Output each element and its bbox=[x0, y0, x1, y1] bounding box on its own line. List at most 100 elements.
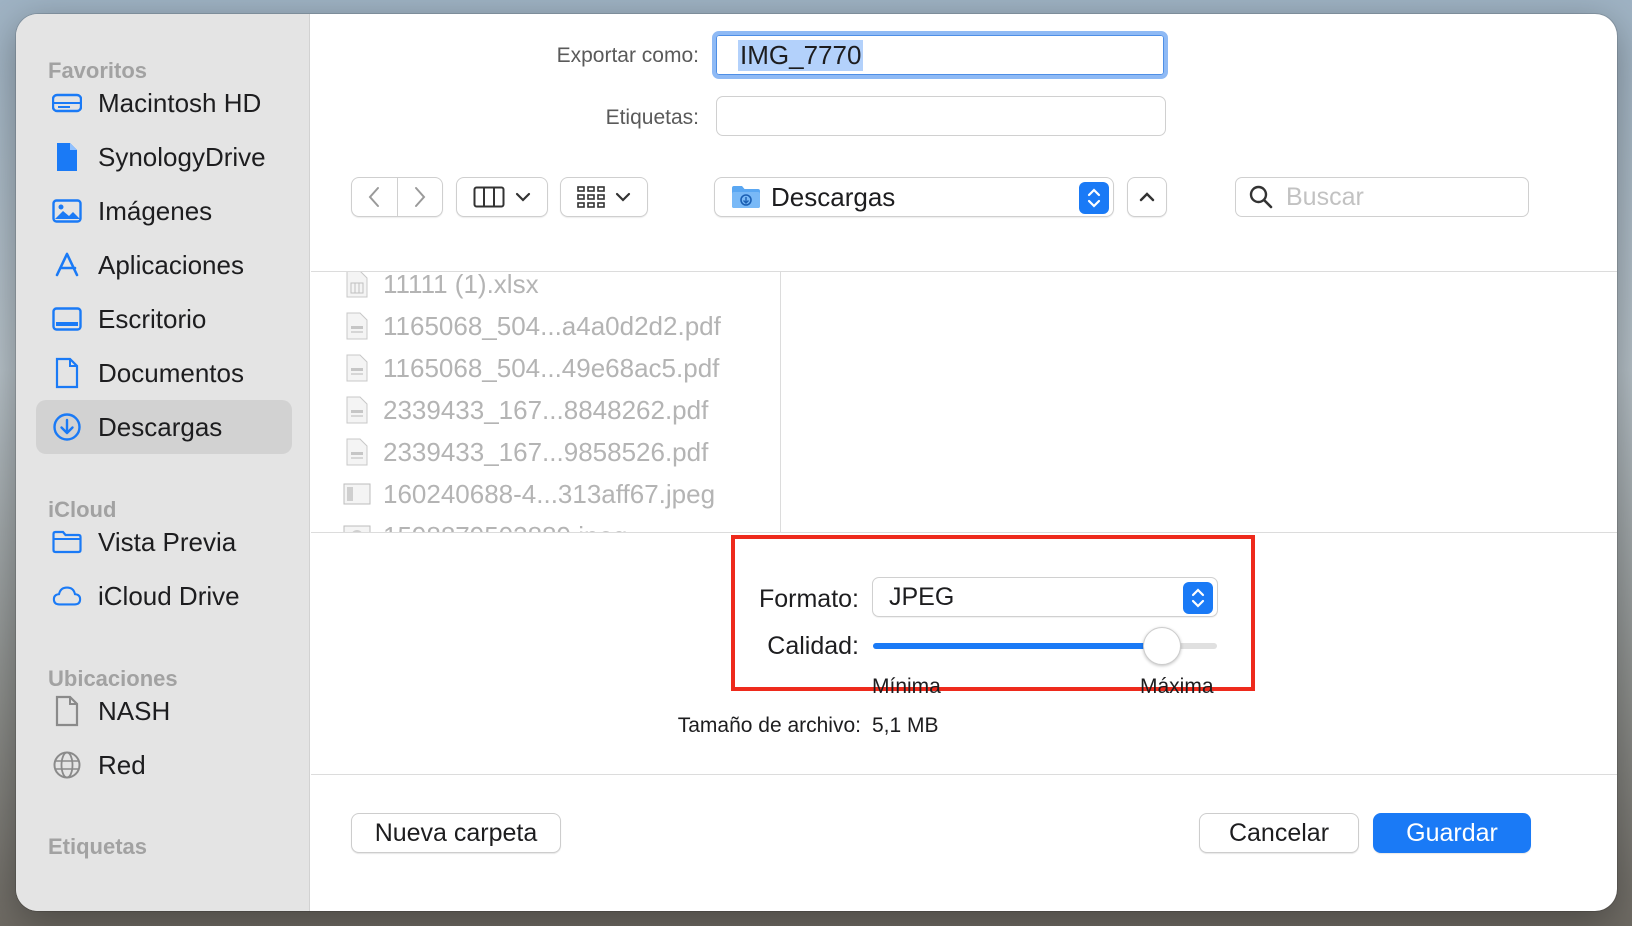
sidebar-item-documentos[interactable]: Documentos bbox=[36, 346, 292, 400]
format-popup[interactable]: JPEG bbox=[872, 577, 1218, 617]
file-name: 1165068_504...49e68ac5.pdf bbox=[383, 352, 720, 383]
tags-label: Etiquetas: bbox=[605, 106, 699, 129]
document-icon bbox=[52, 142, 82, 172]
file-name: 1165068_504...a4a0d2d2.pdf bbox=[383, 310, 721, 341]
spreadsheet-icon bbox=[343, 272, 371, 299]
pdf-icon bbox=[343, 353, 371, 383]
sidebar-item-escritorio[interactable]: Escritorio bbox=[36, 292, 292, 346]
sidebar-item-label: SynologyDrive bbox=[98, 141, 266, 172]
chevron-up-icon bbox=[1139, 192, 1155, 202]
file-name: 160240688-4...313aff67.jpeg bbox=[383, 478, 716, 509]
chevron-right-icon bbox=[414, 187, 426, 207]
file-name: 2339433_167...8848262.pdf bbox=[383, 394, 709, 425]
pdf-icon bbox=[343, 437, 371, 467]
quality-label: Calidad: bbox=[767, 632, 859, 660]
group-by-button[interactable] bbox=[560, 177, 648, 217]
sidebar-item-imagenes[interactable]: Imágenes bbox=[36, 184, 292, 238]
search-icon bbox=[1249, 185, 1273, 209]
location-popup[interactable]: Descargas bbox=[714, 177, 1114, 217]
view-mode-button[interactable] bbox=[456, 177, 548, 217]
sidebar-item-macintosh-hd[interactable]: Macintosh HD bbox=[36, 76, 292, 130]
footer-divider bbox=[311, 774, 1617, 775]
export-as-value: IMG_7770 bbox=[738, 39, 864, 71]
file-name: 2339433_167...9858526.pdf bbox=[383, 436, 709, 467]
search-field[interactable]: Buscar bbox=[1235, 177, 1529, 217]
apps-icon bbox=[52, 250, 82, 280]
up-down-arrows-icon bbox=[1087, 188, 1101, 208]
save-button[interactable]: Guardar bbox=[1373, 813, 1531, 853]
document-outline-icon bbox=[52, 695, 82, 727]
sidebar-item-descargas[interactable]: Descargas bbox=[36, 400, 292, 454]
document-outline-icon bbox=[52, 357, 82, 389]
sidebar-item-aplicaciones[interactable]: Aplicaciones bbox=[36, 238, 292, 292]
columns-view-icon bbox=[473, 186, 505, 208]
cloud-icon bbox=[52, 581, 82, 611]
sidebar-item-synologydrive[interactable]: SynologyDrive bbox=[36, 130, 292, 184]
location-stepper bbox=[1079, 182, 1109, 214]
sidebar: Favoritos Macintosh HD SynologyDrive Imá… bbox=[16, 14, 310, 911]
new-folder-button[interactable]: Nueva carpeta bbox=[351, 813, 561, 853]
browser-bottom-divider bbox=[311, 532, 1617, 533]
chevron-left-icon bbox=[368, 187, 380, 207]
save-dialog: Favoritos Macintosh HD SynologyDrive Imá… bbox=[16, 14, 1617, 911]
export-as-label: Exportar como: bbox=[556, 44, 699, 67]
hard-drive-icon bbox=[52, 88, 82, 118]
file-row[interactable]: 1165068_504...a4a0d2d2.pdf bbox=[343, 306, 721, 346]
image-file-icon bbox=[343, 521, 371, 532]
file-row[interactable]: 2339433_167...9858526.pdf bbox=[343, 432, 708, 472]
file-name: 11111 (1).xlsx bbox=[383, 272, 539, 299]
image-file-icon bbox=[343, 479, 371, 509]
file-name: 1598879503889.jpeg bbox=[383, 521, 627, 533]
format-value: JPEG bbox=[889, 582, 955, 611]
file-size-value: 5,1 MB bbox=[872, 714, 939, 737]
sidebar-item-label: Red bbox=[98, 749, 146, 780]
file-row[interactable]: 11111 (1).xlsx bbox=[343, 272, 539, 304]
file-row[interactable]: 2339433_167...8848262.pdf bbox=[343, 390, 708, 430]
sidebar-item-label: NASH bbox=[98, 695, 171, 726]
download-icon bbox=[52, 412, 82, 442]
back-button[interactable] bbox=[352, 178, 397, 216]
quality-max-label: Máxima bbox=[1140, 675, 1214, 698]
slider-fill bbox=[873, 643, 1162, 649]
sidebar-item-vista-previa[interactable]: Vista Previa bbox=[36, 515, 292, 569]
format-stepper bbox=[1183, 582, 1213, 614]
sidebar-item-label: Vista Previa bbox=[98, 526, 237, 557]
chevron-down-icon bbox=[515, 192, 531, 202]
pdf-icon bbox=[343, 395, 371, 425]
quality-min-label: Mínima bbox=[872, 675, 941, 698]
location-label: Descargas bbox=[771, 181, 896, 212]
file-row[interactable]: 1165068_504...49e68ac5.pdf bbox=[343, 348, 719, 388]
sidebar-item-label: iCloud Drive bbox=[98, 580, 240, 611]
sidebar-item-label: Documentos bbox=[98, 357, 244, 388]
sidebar-item-label: Aplicaciones bbox=[98, 249, 244, 280]
chevron-down-icon bbox=[615, 192, 631, 202]
sidebar-item-red[interactable]: Red bbox=[36, 738, 292, 792]
file-row[interactable]: 160240688-4...313aff67.jpeg bbox=[343, 474, 715, 514]
sidebar-heading-etiquetas: Etiquetas bbox=[48, 834, 148, 859]
quality-slider[interactable] bbox=[873, 626, 1217, 666]
sidebar-item-nash[interactable]: NASH bbox=[36, 684, 292, 738]
grid-icon bbox=[577, 186, 605, 208]
globe-icon bbox=[52, 750, 82, 780]
search-placeholder: Buscar bbox=[1286, 182, 1364, 211]
pdf-icon bbox=[343, 311, 371, 341]
back-forward-group bbox=[351, 177, 443, 217]
slider-knob[interactable] bbox=[1142, 627, 1181, 665]
tags-field[interactable] bbox=[716, 96, 1166, 136]
collapse-button[interactable] bbox=[1127, 177, 1167, 217]
sidebar-item-icloud-drive[interactable]: iCloud Drive bbox=[36, 569, 292, 623]
sidebar-item-label: Imágenes bbox=[98, 195, 213, 226]
file-browser-column: 11111 (1).xlsx 1165068_504...a4a0d2d2.pd… bbox=[313, 272, 781, 532]
cancel-button[interactable]: Cancelar bbox=[1199, 813, 1359, 853]
sidebar-item-label: Escritorio bbox=[98, 303, 207, 334]
sidebar-item-label: Descargas bbox=[98, 411, 223, 442]
forward-button[interactable] bbox=[398, 178, 443, 216]
main-panel: Exportar como: IMG_7770 Etiquetas: Desca… bbox=[311, 14, 1617, 911]
export-as-field[interactable]: IMG_7770 bbox=[712, 31, 1168, 79]
file-row[interactable]: 1598879503889.jpeg bbox=[343, 516, 627, 532]
sidebar-item-label: Macintosh HD bbox=[98, 87, 262, 118]
up-down-arrows-icon bbox=[1191, 588, 1205, 608]
format-label: Formato: bbox=[758, 585, 859, 613]
photo-icon bbox=[52, 196, 82, 226]
folder-icon bbox=[52, 527, 82, 557]
